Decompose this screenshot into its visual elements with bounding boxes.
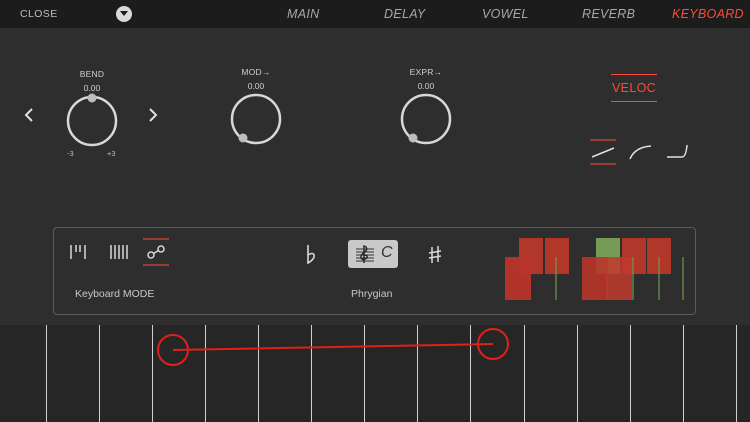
scale-visualization [505,238,684,300]
key-selector-button[interactable]: C [348,240,398,268]
expr-label: EXPR→ [409,67,443,77]
close-button[interactable]: CLOSE [20,8,58,20]
slide-link-icon [147,245,165,259]
tab-main[interactable]: MAIN [287,7,319,21]
key-label: C [381,244,393,261]
mod-knob[interactable] [228,91,284,147]
flat-icon [307,245,315,265]
expr-knob[interactable] [398,91,454,147]
velocity-button[interactable]: VELOC [611,74,657,102]
chevron-left-icon[interactable] [24,108,34,122]
bend-label: BEND [79,69,105,79]
bend-value: 0.00 [83,83,101,93]
bend-knob[interactable] [64,93,120,149]
mod-value: 0.00 [247,81,265,91]
piano-keys-mode-button[interactable] [68,242,90,262]
tab-keyboard[interactable]: KEYBOARD [672,7,744,21]
scale-block [505,257,531,300]
slide-mode-button[interactable] [142,238,170,266]
tab-delay[interactable]: DELAY [384,7,426,21]
exp-curve-icon [667,144,688,158]
linear-curve-button[interactable] [589,139,617,165]
bars-mode-button[interactable] [108,242,130,262]
scale-name-label: Phrygian [351,288,393,300]
piano-keys-icon [70,245,86,259]
sharp-button[interactable] [428,245,442,265]
exp-curve-button[interactable] [664,141,692,163]
scale-block [582,257,608,300]
dropdown-button[interactable] [116,6,132,22]
log-curve-icon [629,145,652,160]
bend-min-label: -3 [67,149,74,158]
linear-curve-icon [591,147,615,158]
keyboard-mode-label: Keyboard MODE [75,288,155,300]
velocity-label: VELOC [612,81,656,95]
sharp-icon [428,246,442,263]
glide-line [172,343,494,351]
tab-reverb[interactable]: REVERB [582,7,635,21]
scale-block [606,257,632,300]
expr-value: 0.00 [417,81,435,91]
chevron-right-icon[interactable] [148,108,158,122]
treble-clef-icon [356,245,374,263]
dropdown-arrow-icon [120,11,128,16]
glide-overlay [157,328,509,366]
log-curve-button[interactable] [627,141,655,163]
mod-label: MOD→ [241,67,271,77]
top-bar: CLOSE MAIN DELAY VOWEL REVERB KEYBOARD [0,0,750,28]
bend-max-label: +3 [107,149,116,158]
bars-icon [110,245,128,259]
scale-block [545,238,569,274]
tab-vowel[interactable]: VOWEL [482,7,529,21]
flat-button[interactable] [304,244,318,266]
